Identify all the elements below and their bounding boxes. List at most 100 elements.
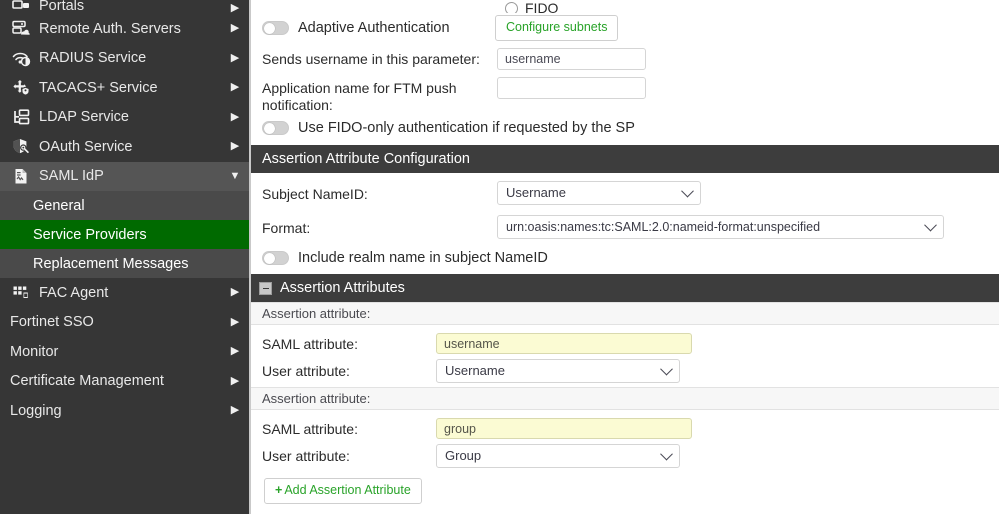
- sidebar-item-remote-auth-servers[interactable]: Remote Auth. Servers ▶: [0, 14, 249, 44]
- saml-attribute-label: SAML attribute:: [262, 336, 436, 352]
- plus-icon: +: [275, 483, 282, 497]
- adaptive-authentication-toggle[interactable]: [262, 21, 289, 35]
- radius-service-icon: [10, 49, 32, 67]
- sidebar-item-ldap-service[interactable]: LDAP Service ▶: [0, 103, 249, 133]
- subject-nameid-label: Subject NameID:: [262, 186, 497, 203]
- ldap-service-icon: [10, 108, 32, 126]
- sends-username-input[interactable]: [497, 48, 646, 70]
- sidebar-item-logging[interactable]: Logging ▶: [0, 396, 249, 426]
- sidebar-item-label: Monitor: [10, 344, 229, 360]
- assertion-attribute-group: SAML attribute: User attribute: Group: [251, 410, 999, 472]
- assertion-attribute-group: SAML attribute: User attribute: Username: [251, 325, 999, 387]
- sidebar-item-label: Certificate Management: [10, 373, 229, 389]
- chevron-down-icon: [924, 219, 937, 232]
- chevron-right-icon: ▶: [229, 141, 241, 152]
- user-attribute-select[interactable]: Group: [436, 444, 680, 468]
- adaptive-authentication-label: Adaptive Authentication: [298, 20, 450, 36]
- sidebar-subitem-label: Service Providers: [33, 227, 147, 243]
- chevron-right-icon: ▶: [229, 317, 241, 328]
- saml-attribute-input[interactable]: [436, 418, 692, 439]
- saml-attribute-label: SAML attribute:: [262, 421, 436, 437]
- app-window: Portals ▶ Remote Auth. Servers ▶: [0, 0, 999, 514]
- sidebar-item-label: SAML IdP: [39, 168, 229, 184]
- fido-only-toggle-row[interactable]: Use FIDO-only authentication if requeste…: [251, 114, 999, 139]
- add-assertion-attribute-label: Add Assertion Attribute: [284, 483, 410, 497]
- chevron-down-icon: [681, 185, 694, 198]
- subject-nameid-value: Username: [506, 185, 566, 200]
- main-content: FIDO Adaptive Authentication Configure s…: [251, 0, 999, 514]
- fido-only-toggle[interactable]: [262, 121, 289, 135]
- sidebar-item-fac-agent[interactable]: FAC Agent ▶: [0, 278, 249, 308]
- sidebar-item-label: LDAP Service: [39, 109, 229, 125]
- sidebar-item-label: Remote Auth. Servers: [39, 21, 229, 37]
- user-attribute-value: Group: [445, 448, 481, 463]
- chevron-right-icon: ▶: [229, 376, 241, 387]
- assertion-attributes-header: Assertion Attributes: [251, 274, 999, 302]
- chevron-right-icon: ▶: [229, 3, 241, 14]
- user-attribute-label: User attribute:: [262, 363, 436, 379]
- add-assertion-attribute-button[interactable]: +Add Assertion Attribute: [264, 478, 422, 504]
- sidebar: Portals ▶ Remote Auth. Servers ▶: [0, 0, 251, 514]
- sidebar-subitem-general[interactable]: General: [0, 191, 249, 220]
- sidebar-subitem-label: Replacement Messages: [33, 256, 189, 272]
- ftm-push-input[interactable]: [497, 77, 646, 99]
- adaptive-authentication-toggle-row[interactable]: Adaptive Authentication: [251, 20, 495, 36]
- radio-option-fido[interactable]: FIDO: [505, 0, 558, 13]
- format-label: Format:: [262, 220, 497, 237]
- sidebar-item-certificate-management[interactable]: Certificate Management ▶: [0, 367, 249, 397]
- sidebar-item-label: FAC Agent: [39, 285, 229, 301]
- assertion-attribute-subheader-label: Assertion attribute:: [262, 391, 370, 406]
- sidebar-item-monitor[interactable]: Monitor ▶: [0, 337, 249, 367]
- chevron-right-icon: ▶: [229, 53, 241, 64]
- section-header-label: Assertion Attributes: [280, 280, 405, 296]
- assertion-attribute-subheader-label: Assertion attribute:: [262, 306, 370, 321]
- user-attribute-select[interactable]: Username: [436, 359, 680, 383]
- collapse-minus-icon[interactable]: [259, 282, 272, 295]
- fido-radio-strip: FIDO: [251, 0, 999, 13]
- chevron-right-icon: ▶: [229, 23, 241, 34]
- sidebar-item-tacacs-service[interactable]: TACACS+ Service ▶: [0, 73, 249, 103]
- user-attribute-label: User attribute:: [262, 448, 436, 464]
- sidebar-subitem-service-providers[interactable]: Service Providers: [0, 220, 249, 249]
- section-header-label: Assertion Attribute Configuration: [262, 151, 470, 167]
- saml-idp-icon: [10, 167, 32, 185]
- sends-username-label: Sends username in this parameter:: [262, 48, 497, 68]
- chevron-right-icon: ▶: [229, 346, 241, 357]
- sidebar-item-label: Fortinet SSO: [10, 314, 229, 330]
- format-value: urn:oasis:names:tc:SAML:2.0:nameid-forma…: [506, 220, 820, 234]
- radio-circle-icon: [505, 2, 518, 14]
- sidebar-item-portals[interactable]: Portals ▶: [0, 0, 249, 14]
- portals-icon: [10, 0, 32, 14]
- chevron-right-icon: ▶: [229, 82, 241, 93]
- user-attribute-value: Username: [445, 363, 505, 378]
- include-realm-toggle-row[interactable]: Include realm name in subject NameID: [251, 242, 999, 268]
- sidebar-item-saml-idp[interactable]: SAML IdP ▼: [0, 162, 249, 192]
- chevron-right-icon: ▶: [229, 287, 241, 298]
- sidebar-item-oauth-service[interactable]: OAuth Service ▶: [0, 132, 249, 162]
- sidebar-item-radius-service[interactable]: RADIUS Service ▶: [0, 44, 249, 74]
- sidebar-subitem-label: General: [33, 198, 85, 214]
- chevron-down-icon: ▼: [229, 171, 241, 182]
- remote-auth-servers-icon: [10, 20, 32, 38]
- include-realm-toggle[interactable]: [262, 251, 289, 265]
- fac-agent-icon: [10, 284, 32, 302]
- subject-nameid-select[interactable]: Username: [497, 181, 701, 205]
- assertion-attribute-configuration-header: Assertion Attribute Configuration: [251, 145, 999, 173]
- radio-label: FIDO: [525, 0, 558, 13]
- oauth-service-icon: [10, 138, 32, 156]
- saml-attribute-input[interactable]: [436, 333, 692, 354]
- chevron-right-icon: ▶: [229, 112, 241, 123]
- fido-only-label: Use FIDO-only authentication if requeste…: [298, 120, 635, 136]
- sidebar-item-label: Logging: [10, 403, 229, 419]
- ftm-push-label: Application name for FTM push notificati…: [262, 77, 497, 114]
- configure-subnets-button[interactable]: Configure subnets: [495, 15, 618, 41]
- assertion-attribute-subheader: Assertion attribute:: [251, 387, 999, 410]
- sidebar-subitem-replacement-messages[interactable]: Replacement Messages: [0, 249, 249, 278]
- sidebar-item-label: TACACS+ Service: [39, 80, 229, 96]
- format-select[interactable]: urn:oasis:names:tc:SAML:2.0:nameid-forma…: [497, 215, 944, 239]
- sidebar-item-fortinet-sso[interactable]: Fortinet SSO ▶: [0, 308, 249, 338]
- sidebar-item-label: OAuth Service: [39, 139, 229, 155]
- tacacs-service-icon: [10, 79, 32, 97]
- include-realm-label: Include realm name in subject NameID: [298, 250, 548, 266]
- assertion-attribute-subheader: Assertion attribute:: [251, 302, 999, 325]
